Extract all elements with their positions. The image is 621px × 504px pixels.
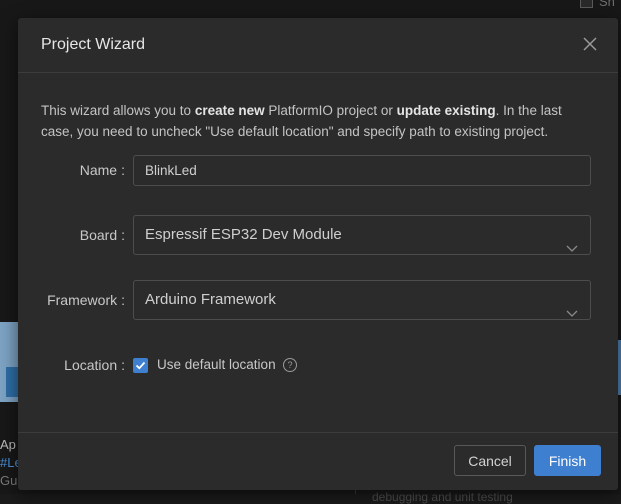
board-label: Board:: [79, 227, 125, 243]
background-checkbox: [580, 0, 593, 8]
close-icon[interactable]: [582, 36, 598, 52]
dialog-footer: Cancel Finish: [18, 432, 618, 491]
board-select-value: Espressif ESP32 Dev Module: [145, 226, 342, 243]
framework-select-value: Arduino Framework: [145, 291, 276, 308]
chevron-down-icon: [566, 295, 578, 333]
intro-bold-1: create new: [194, 103, 265, 118]
name-input[interactable]: BlinkLed: [133, 155, 591, 186]
dialog-title: Project Wizard: [41, 36, 146, 53]
chevron-down-icon: [566, 230, 578, 268]
check-icon: [135, 361, 146, 370]
background-card-thumbnail: [0, 322, 18, 402]
background-show-label: Sh: [599, 0, 615, 9]
project-wizard-dialog: Project Wizard This wizard allows you to…: [18, 18, 618, 490]
default-location-label[interactable]: Use default location: [157, 357, 276, 372]
default-location-checkbox[interactable]: [133, 358, 148, 373]
framework-label: Framework:: [47, 292, 125, 308]
board-select[interactable]: Espressif ESP32 Dev Module: [133, 215, 591, 255]
help-icon[interactable]: ?: [283, 358, 297, 372]
name-label: Name:: [79, 162, 125, 178]
location-label: Location:: [64, 357, 125, 373]
intro-bold-2: update existing: [396, 103, 496, 118]
framework-select[interactable]: Arduino Framework: [133, 280, 591, 320]
cancel-button[interactable]: Cancel: [454, 445, 526, 476]
dialog-header: Project Wizard: [18, 18, 618, 73]
dialog-intro: This wizard allows you to create new Pla…: [41, 100, 596, 142]
intro-text-1: This wizard allows you to: [41, 103, 195, 118]
background-show-toggle: Sh: [580, 0, 615, 9]
intro-text-2: PlatformIO project or: [264, 103, 397, 118]
finish-button[interactable]: Finish: [534, 445, 601, 476]
